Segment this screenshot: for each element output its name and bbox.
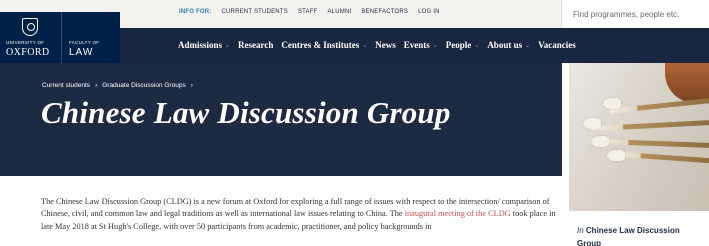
nav-item-label: Admissions [178,40,223,50]
nav-item-about-us[interactable]: About us ⌄ [487,40,530,50]
chevron-down-icon: ⌄ [474,41,480,49]
site-logo[interactable]: UNIVERSITY OF OXFORD FACULTY OF LAW [0,12,120,63]
logo-faculty-small: FACULTY OF [69,40,100,45]
sidebar-caption: In Chinese Law Discussion Group [577,224,705,246]
chevron-down-icon: ⌄ [225,41,231,49]
chevron-down-icon: ⌄ [362,41,368,49]
brush-shape [609,97,709,114]
logo-university-big: OXFORD [6,47,50,58]
nav-item-vacancies[interactable]: Vacancies [538,40,576,50]
main-nav: Admissions ⌄ Research Centres & Institut… [178,40,576,50]
nav-item-label: Centres & Institutes [281,40,360,50]
chevron-down-icon: ⌄ [525,41,531,49]
bowl-shape [665,63,709,103]
page-hero: Current students › Graduate Discussion G… [0,63,562,176]
brush-shape [590,119,709,132]
nav-item-news[interactable]: News [375,40,396,50]
nav-item-label: Research [238,40,274,50]
intro-paragraph: The Chinese Law Discussion Group (CLDG) … [41,196,557,233]
nav-item-admissions[interactable]: Admissions ⌄ [178,40,230,50]
info-for-label: INFO FOR: [179,9,212,15]
breadcrumb-chevron-icon: › [190,82,193,89]
calligraphy-brushes-image [569,63,709,211]
caption-title[interactable]: Chinese Law Discussion Group [577,226,680,246]
utility-links: INFO FOR: CURRENT STUDENTS STAFF ALUMNI … [179,9,440,15]
brush-shape [614,151,709,164]
nav-item-people[interactable]: People ⌄ [446,40,480,50]
utility-link-log-in[interactable]: LOG IN [418,9,440,15]
utility-link-current-students[interactable]: CURRENT STUDENTS [221,9,287,15]
nav-item-events[interactable]: Events ⌄ [404,40,438,50]
nav-item-label: News [375,40,396,50]
breadcrumb-chevron-icon: › [95,82,98,89]
search-box [561,0,709,28]
faculty-logo: FACULTY OF LAW [65,12,120,63]
utility-link-benefactors[interactable]: BENEFACTORS [361,9,408,15]
nav-item-label: Vacancies [538,40,576,50]
brush-tip-shape [607,150,625,161]
nav-item-label: Events [403,40,430,50]
brush-tip-shape [591,136,609,147]
chevron-down-icon: ⌄ [432,41,438,49]
logo-faculty-big: LAW [69,47,94,58]
breadcrumb-graduate-discussion-groups[interactable]: Graduate Discussion Groups [102,82,185,89]
caption-prefix: In [577,226,584,235]
breadcrumb-current-students[interactable]: Current students [42,82,90,89]
university-logo: UNIVERSITY OF OXFORD [0,12,62,63]
logo-university-small: UNIVERSITY OF [6,40,45,45]
nav-item-research[interactable]: Research [238,40,273,50]
search-input[interactable] [562,0,709,28]
brush-shape [598,138,709,149]
breadcrumb: Current students › Graduate Discussion G… [42,82,193,89]
nav-item-label: About us [487,40,523,50]
oxford-crest-icon [22,18,38,36]
brush-tip-shape [603,98,621,109]
inaugural-meeting-link[interactable]: inaugural meeting of the CLDG [405,209,511,218]
utility-link-alumni[interactable]: ALUMNI [327,9,351,15]
nav-item-label: People [445,40,472,50]
utility-link-staff[interactable]: STAFF [298,9,318,15]
page-title: Chinese Law Discussion Group [41,95,451,130]
nav-item-centres-institutes[interactable]: Centres & Institutes ⌄ [281,40,367,50]
brush-tip-shape [583,118,601,129]
